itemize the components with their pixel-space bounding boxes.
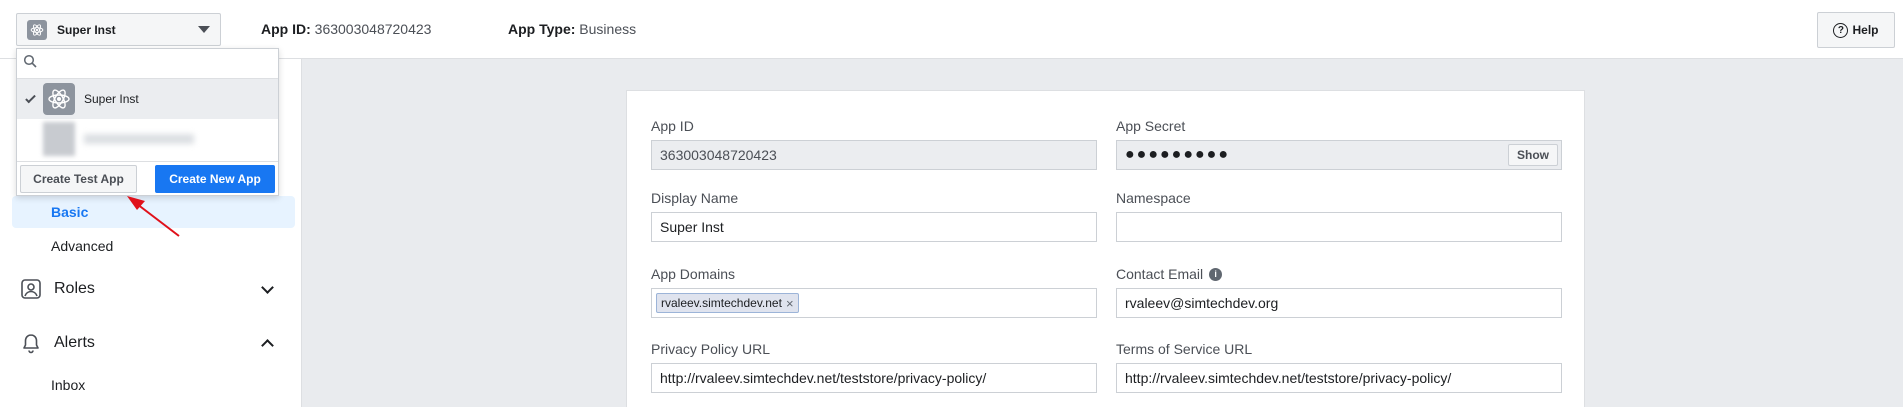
app-domains-label: App Domains — [651, 266, 736, 282]
app-domains-field[interactable]: rvaleev.simtechdev.net × — [651, 288, 1097, 318]
question-icon: ? — [1833, 22, 1849, 38]
dropdown-search-input[interactable] — [45, 55, 265, 72]
contact-email-field[interactable]: rvaleev@simtechdev.org — [1116, 288, 1562, 318]
info-icon[interactable]: i — [1209, 267, 1223, 281]
sidebar-group-label: Roles — [54, 280, 95, 297]
sidebar-item-label: Inbox — [51, 377, 86, 393]
react-atom-icon — [43, 83, 75, 115]
basic-settings-card: App ID 363003048720423 App Secret ●●●●●●… — [626, 90, 1585, 407]
privacy-policy-url-field[interactable]: http://rvaleev.simtechdev.net/teststore/… — [651, 363, 1097, 393]
namespace-label: Namespace — [1116, 190, 1191, 206]
sidebar-group-alerts[interactable]: Alerts — [20, 328, 280, 358]
sidebar-item-label: Advanced — [51, 238, 114, 254]
create-new-app-button[interactable]: Create New App — [155, 165, 275, 193]
app-id-meta-label: App ID: — [261, 21, 311, 37]
terms-of-service-url-field[interactable]: http://rvaleev.simtechdev.net/teststore/… — [1116, 363, 1562, 393]
help-button[interactable]: ? Help — [1817, 12, 1895, 48]
contact-email-label-text: Contact Email — [1116, 266, 1204, 282]
blurred-app-label — [84, 134, 194, 144]
checkmark-icon — [17, 92, 43, 103]
chevron-up-icon — [261, 338, 274, 352]
sidebar-item-advanced[interactable]: Advanced — [12, 230, 295, 262]
app-secret-label: App Secret — [1116, 118, 1186, 134]
privacy-policy-url-label: Privacy Policy URL — [651, 341, 771, 357]
app-id-field: 363003048720423 — [651, 140, 1097, 170]
sidebar-item-label: Basic — [51, 204, 89, 220]
dropdown-footer: Create Test App Create New App — [17, 161, 278, 196]
help-label: Help — [1852, 23, 1879, 37]
terms-of-service-url-label: Terms of Service URL — [1116, 341, 1253, 357]
search-icon — [23, 54, 37, 73]
domain-token: rvaleev.simtechdev.net × — [656, 293, 799, 313]
caret-down-icon — [198, 26, 210, 33]
dropdown-item-blurred[interactable] — [17, 119, 278, 159]
create-test-app-button[interactable]: Create Test App — [20, 165, 137, 193]
bell-icon — [20, 332, 42, 354]
app-switcher-dropdown: Super Inst Create Test App Create New Ap… — [16, 48, 279, 196]
app-type-meta-label: App Type: — [508, 21, 576, 37]
namespace-field[interactable] — [1116, 212, 1562, 242]
react-atom-icon — [27, 19, 47, 40]
sidebar-group-label: Alerts — [54, 334, 95, 351]
dropdown-item-label: Super Inst — [84, 92, 139, 106]
app-type-meta: App Type: Business — [508, 21, 636, 37]
sidebar-item-inbox[interactable]: Inbox — [12, 369, 295, 401]
sidebar-item-basic[interactable]: Basic — [12, 196, 295, 228]
app-id-label: App ID — [651, 118, 694, 134]
display-name-label: Display Name — [651, 190, 739, 206]
sidebar-group-roles[interactable]: Roles — [20, 274, 280, 304]
domain-token-label: rvaleev.simtechdev.net — [661, 296, 782, 310]
chevron-down-icon — [261, 280, 274, 294]
dropdown-item-super-inst[interactable]: Super Inst — [17, 79, 278, 119]
app-switcher-name: Super Inst — [57, 22, 116, 37]
remove-token-icon[interactable]: × — [786, 296, 794, 311]
dropdown-search — [17, 49, 278, 79]
display-name-field[interactable]: Super Inst — [651, 212, 1097, 242]
blurred-app-icon — [43, 122, 75, 156]
app-type-meta-value: Business — [579, 21, 637, 37]
user-badge-icon — [20, 278, 42, 300]
app-switcher[interactable]: Super Inst — [16, 13, 221, 46]
app-id-meta-value: 363003048720423 — [314, 21, 432, 37]
app-secret-field: ●●●●●●●●● Show — [1116, 140, 1562, 170]
contact-email-label: Contact Email i — [1116, 266, 1223, 282]
app-id-meta: App ID: 363003048720423 — [261, 21, 431, 37]
show-secret-button[interactable]: Show — [1508, 144, 1558, 166]
top-bar: Super Inst App ID: 363003048720423 App T… — [0, 0, 1903, 59]
app-secret-masked-value: ●●●●●●●●● — [1125, 146, 1230, 163]
